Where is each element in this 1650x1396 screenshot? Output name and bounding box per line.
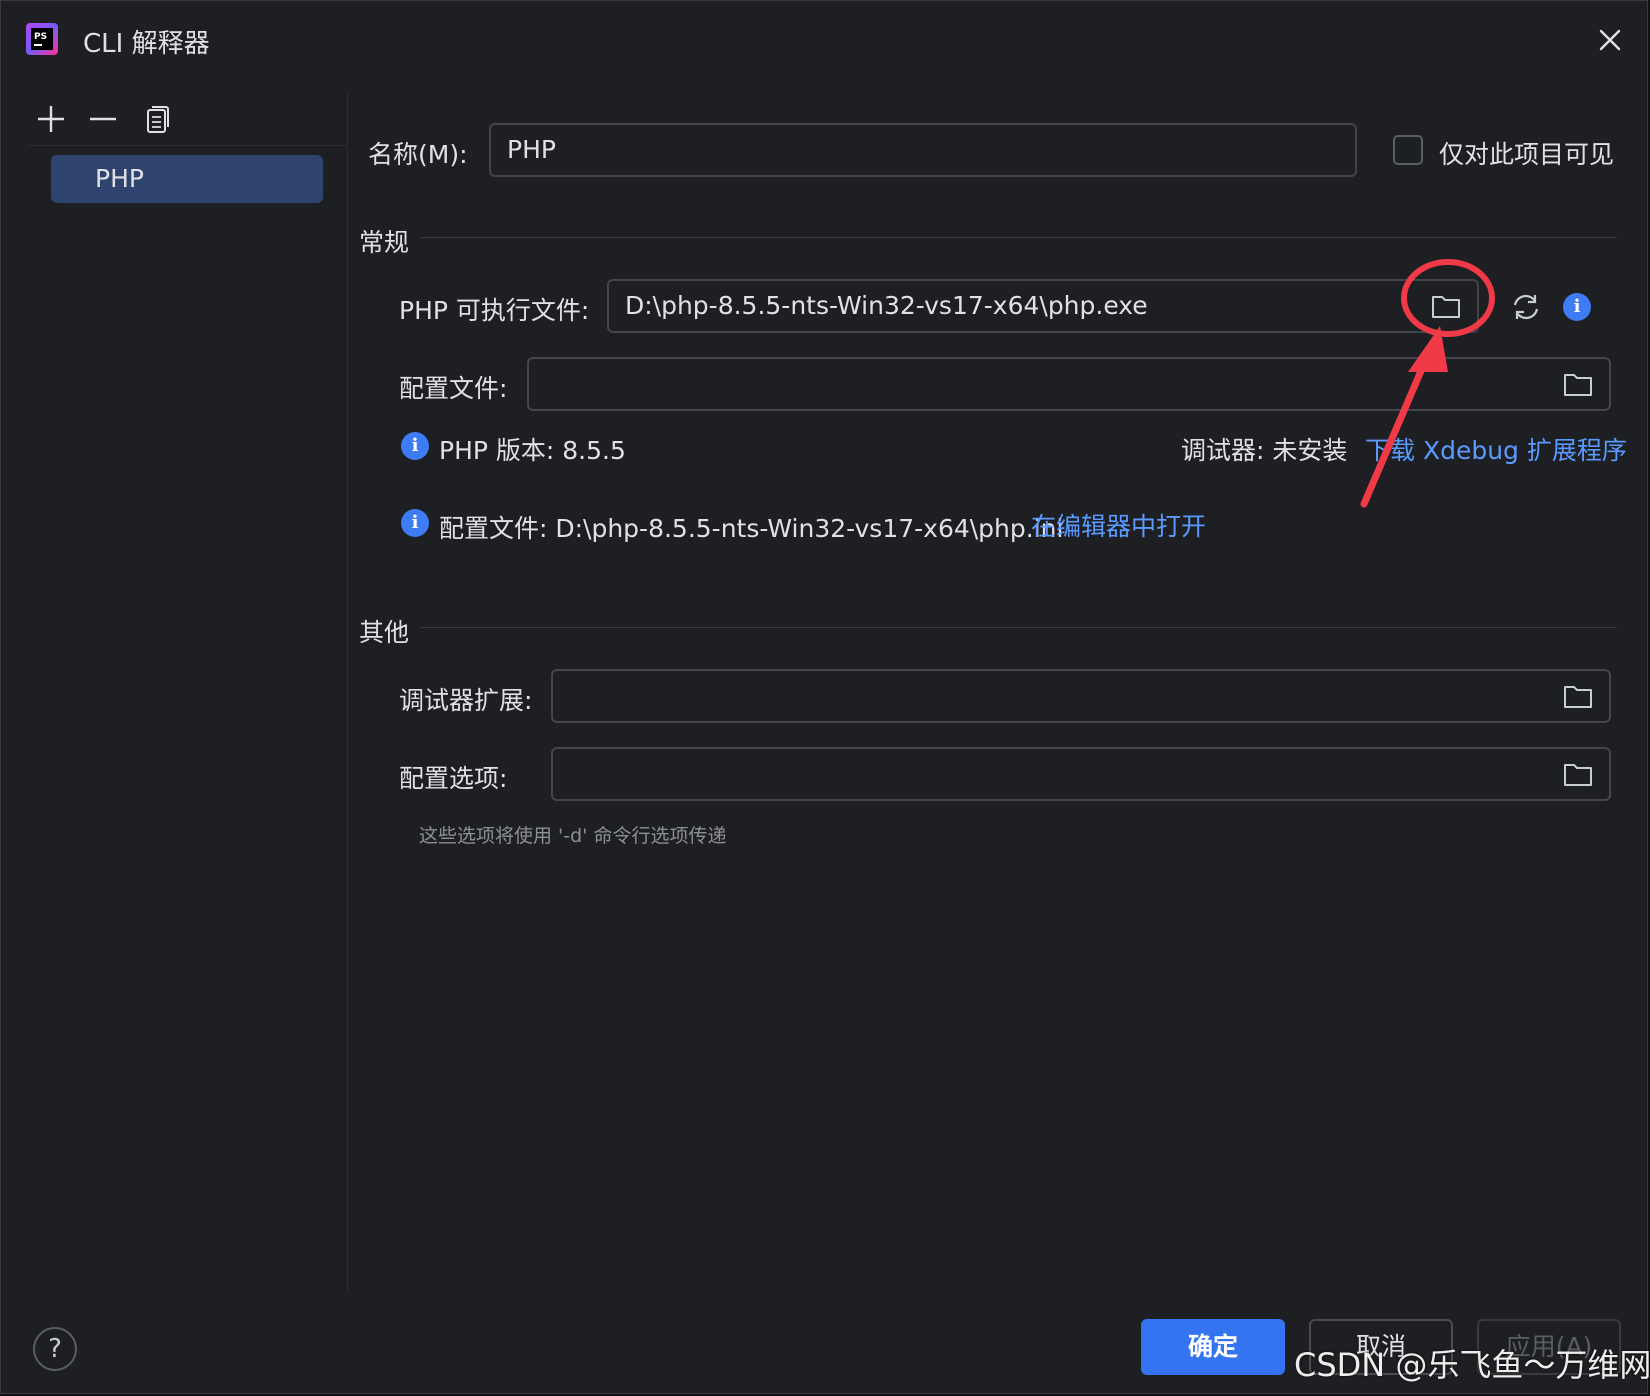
name-label: 名称(M): xyxy=(368,140,468,169)
info-icon[interactable]: i xyxy=(1563,293,1591,321)
title-bar: PS CLI 解释器 xyxy=(1,1,1647,81)
config-file-input[interactable] xyxy=(527,357,1611,411)
config-options-label: 配置选项: xyxy=(399,764,508,793)
php-executable-input[interactable]: D:\php-8.5.5-nts-Win32-vs17-x64\php.exe xyxy=(607,279,1479,333)
debugger-extension-label: 调试器扩展: xyxy=(399,686,533,715)
info-icon: i xyxy=(401,509,429,537)
download-xdebug-link[interactable]: 下载 Xdebug 扩展程序 xyxy=(1365,431,1627,467)
info-icon: i xyxy=(401,432,429,460)
other-section-title: 其他 xyxy=(359,618,410,647)
project-only-checkbox[interactable] xyxy=(1393,135,1423,165)
folder-icon[interactable] xyxy=(1431,293,1461,319)
folder-icon[interactable] xyxy=(1563,761,1593,787)
folder-icon[interactable] xyxy=(1563,371,1593,397)
svg-text:PS: PS xyxy=(34,32,47,42)
cli-interpreter-dialog: PS CLI 解释器 PHP 名称(M): PHP 仅对此项目可见 常规 PHP… xyxy=(0,0,1648,1394)
other-section-divider xyxy=(421,627,1617,628)
debugger-extension-input[interactable] xyxy=(551,669,1611,723)
name-input[interactable]: PHP xyxy=(489,123,1357,177)
config-file-info-text: 配置文件: D:\php-8.5.5-nts-Win32-vs17-x64\ph… xyxy=(439,514,1064,543)
config-options-hint: 这些选项将使用 '-d' 命令行选项传递 xyxy=(419,825,727,847)
sidebar-divider xyxy=(27,145,347,146)
help-button[interactable]: ? xyxy=(33,1327,77,1371)
watermark-text: CSDN @乐飞鱼～万维网 xyxy=(1294,1346,1650,1384)
copy-icon[interactable] xyxy=(139,101,175,137)
dialog-title: CLI 解释器 xyxy=(83,29,210,59)
interpreter-list-panel xyxy=(1,93,348,1293)
open-in-editor-link[interactable]: 在编辑器中打开 xyxy=(1031,507,1206,543)
interpreter-list-item-php[interactable]: PHP xyxy=(51,155,323,203)
add-icon[interactable] xyxy=(33,101,69,137)
php-version-text: PHP 版本: 8.5.5 xyxy=(439,436,626,465)
config-file-label: 配置文件: xyxy=(399,374,508,403)
project-only-label: 仅对此项目可见 xyxy=(1439,140,1615,169)
refresh-icon[interactable] xyxy=(1509,291,1543,323)
ok-button[interactable]: 确定 xyxy=(1141,1319,1285,1375)
general-section-divider xyxy=(421,237,1617,238)
general-section-title: 常规 xyxy=(359,228,410,257)
close-icon[interactable] xyxy=(1595,25,1625,55)
php-executable-label: PHP 可执行文件: xyxy=(399,296,590,325)
config-options-input[interactable] xyxy=(551,747,1611,801)
phpstorm-logo-icon: PS xyxy=(26,23,58,55)
debugger-status-text: 调试器: 未安装 xyxy=(1181,436,1348,465)
remove-icon[interactable] xyxy=(85,101,121,137)
folder-icon[interactable] xyxy=(1563,683,1593,709)
